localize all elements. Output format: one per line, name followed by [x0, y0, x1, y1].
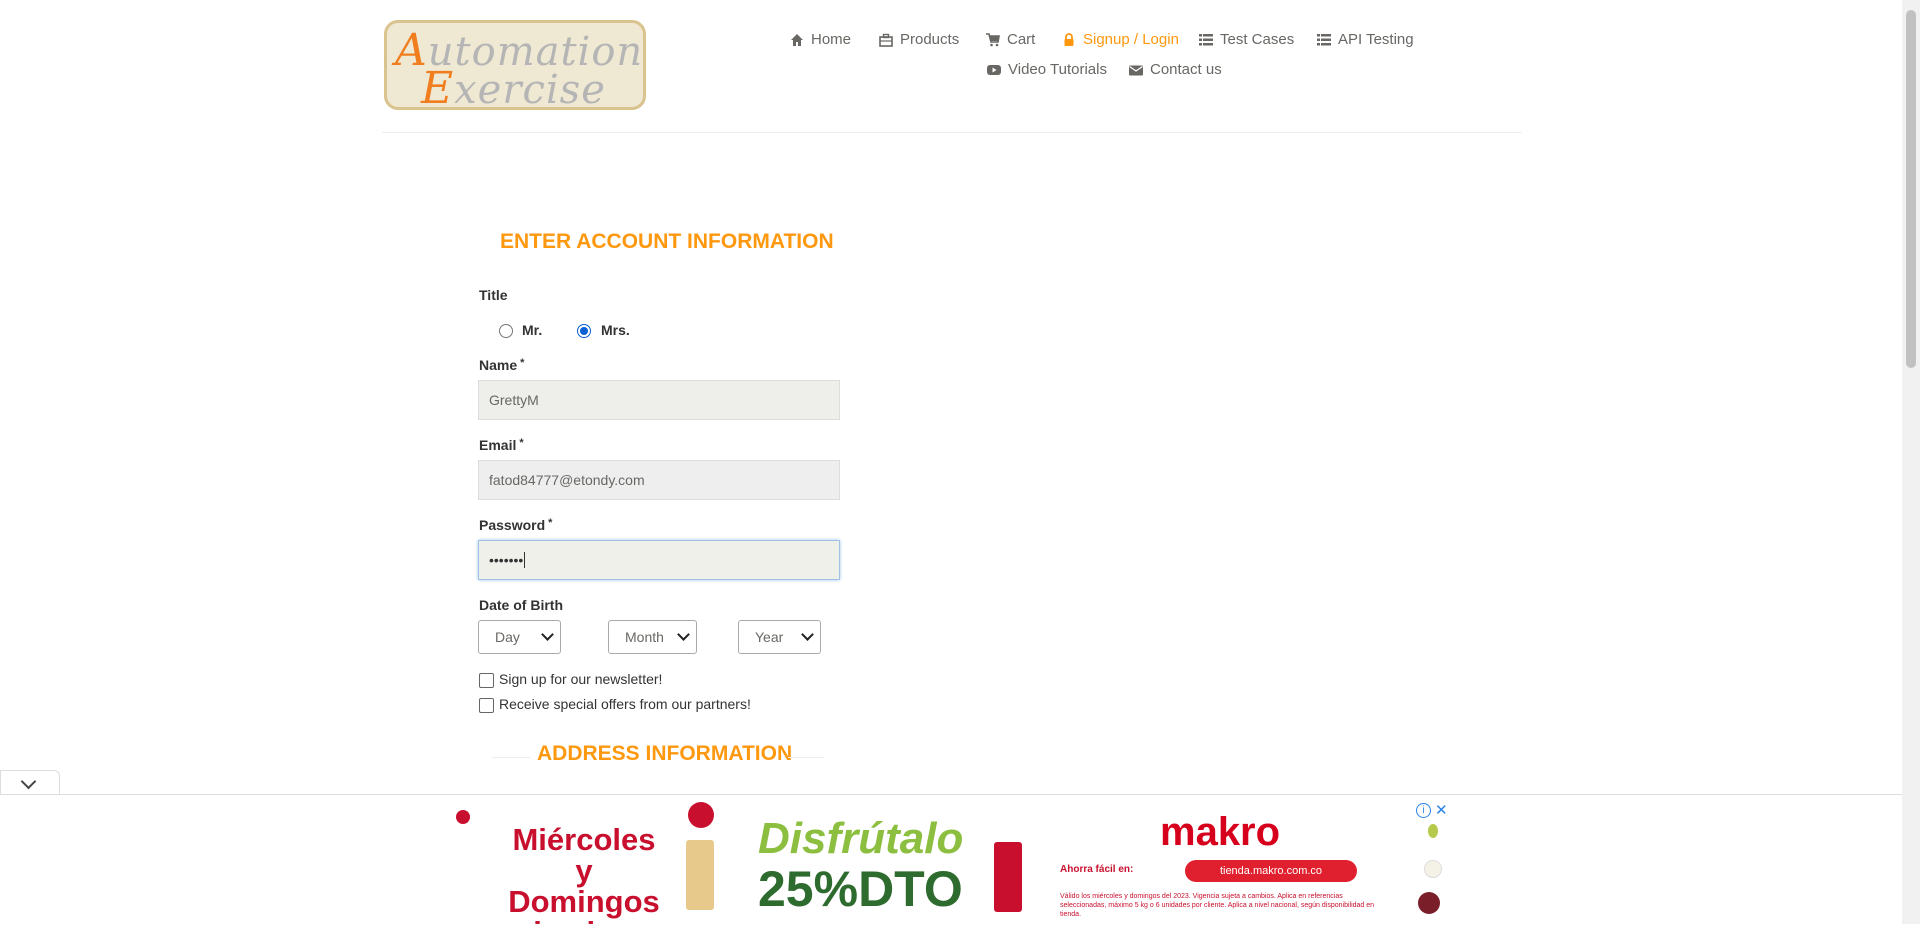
page-scrollbar[interactable] — [1902, 0, 1920, 924]
email-label: Email * — [479, 437, 524, 453]
nav-contact-us[interactable]: Contact us — [1129, 61, 1222, 78]
divider — [788, 757, 824, 758]
home-icon — [791, 33, 803, 46]
form-heading: ENTER ACCOUNT INFORMATION — [500, 230, 834, 253]
chevron-down-icon — [677, 628, 690, 641]
chevron-down-icon — [541, 628, 554, 641]
envelope-icon — [1129, 65, 1143, 75]
close-icon[interactable]: ✕ — [1435, 801, 1448, 819]
newsletter-label[interactable]: Sign up for our newsletter! — [499, 671, 662, 687]
newsletter-checkbox[interactable] — [479, 673, 494, 688]
ad-banner[interactable]: Miércoles y Domingos de plaza Disfrútalo… — [448, 800, 1455, 924]
lock-icon — [1064, 32, 1074, 46]
ad-text-discount: 25%DTO — [758, 861, 963, 917]
decoration — [1428, 824, 1438, 838]
ad-text-disfrutalo: Disfrútalo — [758, 814, 964, 863]
product-image — [686, 840, 714, 910]
title-label: Title — [479, 287, 508, 303]
ad-collapse-toggle[interactable] — [0, 770, 60, 795]
title-mr-label: Mr. — [522, 322, 543, 338]
offers-checkbox[interactable] — [479, 698, 494, 713]
dob-year-select[interactable]: Year — [738, 620, 821, 654]
divider — [492, 757, 530, 758]
youtube-icon — [987, 64, 1001, 75]
product-image — [994, 842, 1022, 912]
offers-label[interactable]: Receive special offers from our partners… — [499, 696, 751, 712]
password-label: Password * — [479, 517, 553, 533]
name-input[interactable]: GrettyM — [478, 380, 840, 420]
nav-products[interactable]: Products — [879, 31, 959, 48]
nav-test-cases[interactable]: Test Cases — [1199, 31, 1294, 48]
products-icon — [879, 33, 893, 47]
nav-signup-login[interactable]: Signup / Login — [1062, 31, 1179, 48]
decoration — [1424, 860, 1442, 878]
dob-month-select[interactable]: Month — [608, 620, 697, 654]
dob-day-select[interactable]: Day — [478, 620, 561, 654]
list-icon — [1317, 33, 1331, 45]
email-input[interactable]: fatod84777@etondy.com — [478, 460, 840, 500]
site-logo[interactable]: Automation Exercise — [384, 20, 646, 114]
title-mrs-radio[interactable] — [577, 324, 591, 338]
address-heading: ADDRESS INFORMATION — [537, 742, 793, 765]
decoration — [456, 810, 470, 824]
title-mr-radio[interactable] — [499, 324, 513, 338]
title-mrs-label: Mrs. — [601, 322, 630, 338]
ad-brand-logo: makro — [1160, 810, 1281, 854]
name-label: Name * — [479, 357, 525, 373]
list-icon — [1199, 33, 1213, 45]
ad-text-plaza: Miércoles y Domingos de plaza — [508, 822, 660, 924]
ad-fine-print: Válido los miércoles y domingos del 2023… — [1060, 893, 1375, 918]
cart-icon — [986, 32, 1000, 46]
decoration — [1418, 892, 1440, 914]
nav-home[interactable]: Home — [790, 31, 851, 48]
decoration — [688, 802, 714, 828]
ad-url-pill[interactable]: tienda.makro.com.co — [1185, 860, 1357, 882]
nav-cart[interactable]: Cart — [986, 31, 1035, 48]
info-icon[interactable]: i — [1416, 803, 1431, 818]
nav-video-tutorials[interactable]: Video Tutorials — [987, 61, 1107, 78]
chevron-down-icon — [801, 628, 814, 641]
scrollbar-thumb[interactable] — [1906, 10, 1916, 368]
ad-cta-prefix: Ahorra fácil en: — [1060, 864, 1134, 875]
site-header: Automation Exercise Home Products Cart S… — [382, 0, 1522, 133]
dob-label: Date of Birth — [479, 597, 563, 613]
password-input[interactable]: ••••••• — [478, 540, 840, 580]
nav-api-testing[interactable]: API Testing — [1317, 31, 1414, 48]
chevron-down-icon — [20, 773, 37, 790]
